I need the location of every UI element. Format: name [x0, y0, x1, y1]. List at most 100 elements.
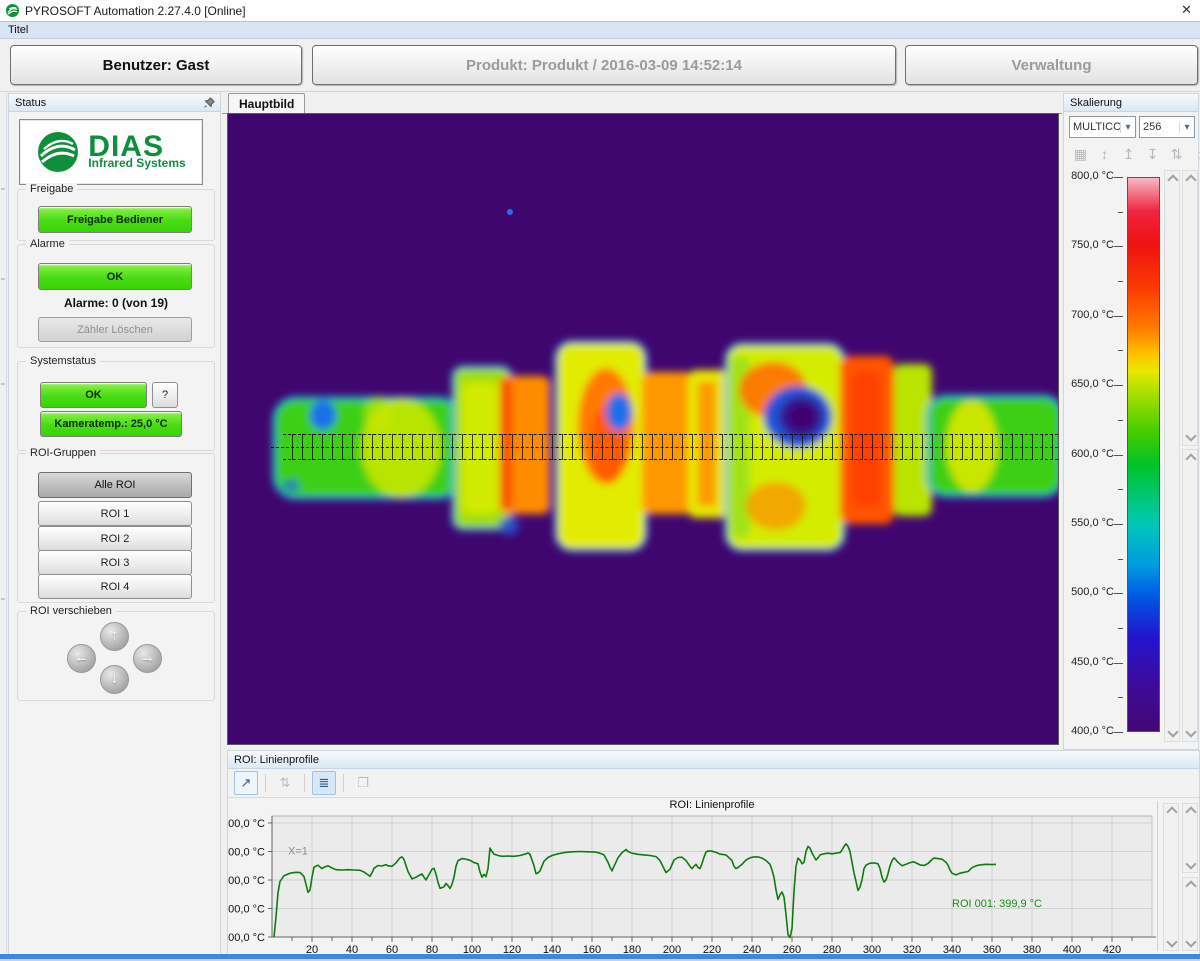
popout-button[interactable]: ↗	[234, 771, 258, 795]
admin-button[interactable]: Verwaltung	[905, 45, 1198, 85]
freigabe-group-label: Freigabe	[26, 183, 77, 195]
copy-button[interactable]: ❐	[351, 771, 375, 795]
freigabe-bediener-button[interactable]: Freigabe Bediener	[38, 206, 192, 233]
scroll-up-icon[interactable]	[1185, 174, 1196, 185]
header-button-row: Benutzer: Gast Produkt: Produkt / 2016-0…	[0, 40, 1200, 92]
roi-2-button[interactable]: ROI 2	[38, 526, 192, 551]
scroll-down-icon[interactable]	[1185, 726, 1196, 737]
roi-4-button[interactable]: ROI 4	[38, 574, 192, 599]
close-icon[interactable]: ✕	[1181, 2, 1192, 18]
systemstatus-ok-button[interactable]: OK	[40, 382, 147, 408]
help-button[interactable]: ?	[152, 382, 178, 408]
range-shift-scrollbar[interactable]	[1164, 170, 1180, 742]
scale-minor-tick	[1118, 628, 1123, 629]
scroll-down-icon[interactable]	[1167, 726, 1178, 737]
scale-major-tick	[1114, 455, 1123, 456]
toolbar-separator	[304, 774, 305, 792]
zaehler-loeschen-button[interactable]: Zähler Löschen	[38, 317, 192, 342]
scroll-down-icon[interactable]	[1166, 936, 1177, 947]
app-icon	[5, 3, 20, 18]
tab-hauptbild[interactable]: Hauptbild	[228, 93, 305, 114]
roi-3-button[interactable]: ROI 3	[38, 550, 192, 575]
roi-gruppen-group: ROI-Gruppen Alle ROI ROI 1 ROI 2 ROI 3 R…	[17, 453, 215, 603]
chart-shift-scrollbar[interactable]	[1163, 803, 1179, 951]
scroll-down-icon[interactable]	[1185, 430, 1196, 441]
scroll-up-icon[interactable]	[1185, 880, 1196, 891]
scale-tick-label: 800,0 °C	[1066, 170, 1114, 182]
scale-tick-label: 600,0 °C	[1066, 448, 1114, 460]
roi-move-right-button[interactable]: →	[133, 644, 162, 673]
roi-move-up-button[interactable]: ↑	[100, 622, 129, 651]
scale-major-tick	[1114, 732, 1123, 733]
upper-limit-scrollbar[interactable]	[1182, 170, 1198, 446]
window-title: PYROSOFT Automation 2.27.4.0 [Online]	[25, 4, 246, 18]
product-button[interactable]: Produkt: Produkt / 2016-03-09 14:52:14	[312, 45, 896, 85]
scale-tick-label: 450,0 °C	[1066, 656, 1114, 668]
scale-minor-tick	[1118, 212, 1123, 213]
scroll-up-icon[interactable]	[1185, 453, 1196, 464]
scroll-up-icon[interactable]	[1185, 806, 1196, 817]
profile-panel-title: ROI: Linienprofile	[234, 754, 319, 766]
pyrosoft-window: { "window": {"title": "PYROSOFT Automati…	[0, 0, 1200, 961]
dias-logo: DIAS Infrared Systems	[19, 119, 203, 185]
systemstatus-group: Systemstatus OK ? Kameratemp.: 25,0 °C	[17, 361, 215, 451]
scale-tick-label: 550,0 °C	[1066, 517, 1114, 529]
dias-logo-icon	[36, 130, 80, 174]
scroll-down-icon[interactable]	[1185, 858, 1196, 869]
scale-major-tick	[1114, 316, 1123, 317]
alle-roi-button[interactable]: Alle ROI	[38, 472, 192, 498]
arrow-right-icon: →	[140, 649, 155, 666]
scroll-up-icon[interactable]	[1167, 174, 1178, 185]
scale-tick-label: 500,0 °C	[1066, 586, 1114, 598]
roi-1-button[interactable]: ROI 1	[38, 501, 192, 526]
scale-minor-tick	[1118, 489, 1123, 490]
roi-move-left-button[interactable]: ←	[67, 644, 96, 673]
roi-verschieben-group: ROI verschieben ↑ ← → ↓	[17, 611, 215, 701]
title-bar: PYROSOFT Automation 2.27.4.0 [Online] ✕	[0, 0, 1200, 21]
thermal-image	[228, 114, 1058, 744]
camera-temp-button[interactable]: Kameratemp.: 25,0 °C	[40, 411, 182, 437]
alarme-group-label: Alarme	[26, 238, 69, 250]
dock-strip	[0, 93, 7, 955]
scale-tick-label: 750,0 °C	[1066, 239, 1114, 251]
y-tick-label: 600,0 °C	[228, 875, 265, 887]
scale-major-tick	[1114, 177, 1123, 178]
alarme-group: Alarme OK Alarme: 0 (von 19) Zähler Lösc…	[17, 244, 215, 348]
user-button[interactable]: Benutzer: Gast	[10, 45, 302, 85]
scale-major-tick	[1114, 246, 1123, 247]
scale-major-tick	[1114, 593, 1123, 594]
scale-tick-label: 650,0 °C	[1066, 378, 1114, 390]
lower-limit-scrollbar[interactable]	[1182, 449, 1198, 742]
roi-line-overlay[interactable]	[283, 434, 1058, 460]
alarme-ok-button[interactable]: OK	[38, 263, 192, 290]
scale-major-tick	[1114, 524, 1123, 525]
scroll-up-icon[interactable]	[1166, 806, 1177, 817]
toolbar-separator	[343, 774, 344, 792]
chart-lower-scrollbar[interactable]	[1182, 877, 1198, 951]
roi-move-down-button[interactable]: ↓	[100, 665, 129, 694]
pin-icon[interactable]	[204, 97, 215, 108]
chart-upper-scrollbar[interactable]	[1182, 803, 1198, 873]
chart-title: ROI: Linienprofile	[670, 799, 755, 811]
y-tick-label: 500,0 °C	[228, 904, 265, 916]
scale-major-tick	[1114, 385, 1123, 386]
color-scale: 800,0 °C 750,0 °C 700,0 °C 650,0 °C 600,0 °C…	[1064, 94, 1198, 749]
scaling-panel: Skalierung MULTICOLOR ▾ 256 ▾ ▦↕↥↧⇅↨ 800…	[1063, 93, 1199, 750]
main-image-container	[227, 113, 1059, 745]
dias-subtitle-text: Infrared Systems	[88, 156, 185, 170]
status-panel: Status DIAS Infrared Systems Freigabe Fr…	[8, 93, 221, 955]
axis-scale-button[interactable]: ⇅	[273, 771, 297, 795]
status-panel-header: Status	[9, 94, 220, 112]
menu-item-titel[interactable]: Titel	[0, 24, 36, 36]
tab-hauptbild-label: Hauptbild	[239, 97, 294, 111]
scroll-down-icon[interactable]	[1185, 936, 1196, 947]
arrow-down-icon: ↓	[111, 670, 119, 687]
profile-toolbar: ↗ ⇅ ≣ ❐	[228, 769, 1199, 798]
alarm-counter: Alarme: 0 (von 19)	[18, 296, 214, 310]
freigabe-group: Freigabe Freigabe Bediener	[17, 189, 215, 241]
list-button[interactable]: ≣	[312, 771, 336, 795]
profile-panel: ROI: Linienprofile ↗ ⇅ ≣ ❐ ROI: Linienprofi…	[227, 750, 1200, 955]
scale-tick-label: 700,0 °C	[1066, 309, 1114, 321]
scale-minor-tick	[1118, 420, 1123, 421]
scale-minor-tick	[1118, 281, 1123, 282]
